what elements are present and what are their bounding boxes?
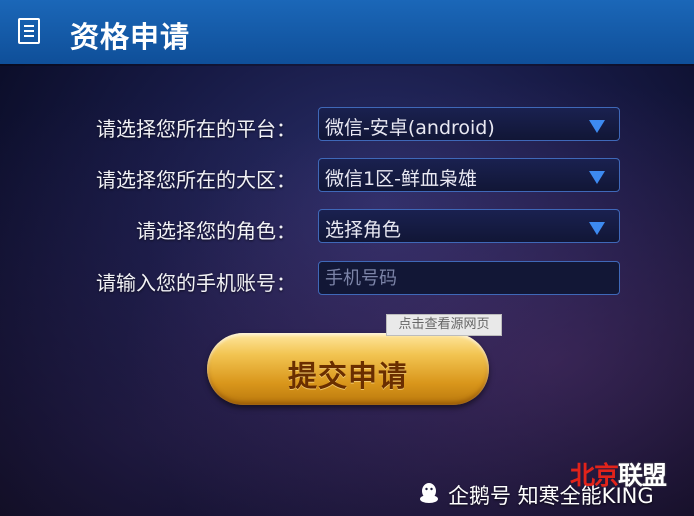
phone-field-wrapper	[318, 261, 620, 295]
site-logo: 北京联盟	[570, 456, 667, 492]
region-select-value: 微信1区-鲜血枭雄	[325, 168, 477, 190]
site-logo-part1: 北京	[570, 461, 619, 490]
dropdown-arrow-icon	[589, 120, 605, 133]
region-label: 请选择您所在的大区：	[96, 168, 296, 192]
region-row: 请选择您所在的大区： 微信1区-鲜血枭雄	[0, 158, 694, 192]
view-source-tooltip[interactable]: 点击查看源网页	[386, 314, 502, 336]
document-list-icon	[18, 18, 40, 44]
platform-select-value: 微信-安卓(android)	[325, 117, 495, 139]
submit-button-label: 提交申请	[287, 359, 408, 393]
platform-select[interactable]: 微信-安卓(android)	[318, 107, 620, 141]
region-select[interactable]: 微信1区-鲜血枭雄	[318, 158, 620, 192]
penguin-icon	[420, 483, 438, 503]
role-label: 请选择您的角色：	[136, 219, 296, 243]
phone-input[interactable]	[319, 262, 619, 294]
role-select[interactable]: 选择角色	[318, 209, 620, 243]
dropdown-arrow-icon	[589, 222, 605, 235]
platform-label: 请选择您所在的平台：	[96, 117, 296, 141]
dropdown-arrow-icon	[589, 171, 605, 184]
submit-application-button[interactable]: 提交申请	[207, 333, 489, 405]
site-logo-part2: 联盟	[618, 461, 667, 490]
role-row: 请选择您的角色： 选择角色	[0, 209, 694, 243]
application-panel: 资格申请 请选择您所在的平台： 微信-安卓(android) 请选择您所在的大区…	[0, 0, 694, 516]
page-header: 资格申请	[0, 0, 694, 64]
phone-row: 请输入您的手机账号：	[0, 261, 694, 295]
platform-row: 请选择您所在的平台： 微信-安卓(android)	[0, 107, 694, 141]
phone-label: 请输入您的手机账号：	[96, 271, 296, 295]
page-title: 资格申请	[70, 20, 191, 54]
role-select-value: 选择角色	[325, 219, 402, 241]
